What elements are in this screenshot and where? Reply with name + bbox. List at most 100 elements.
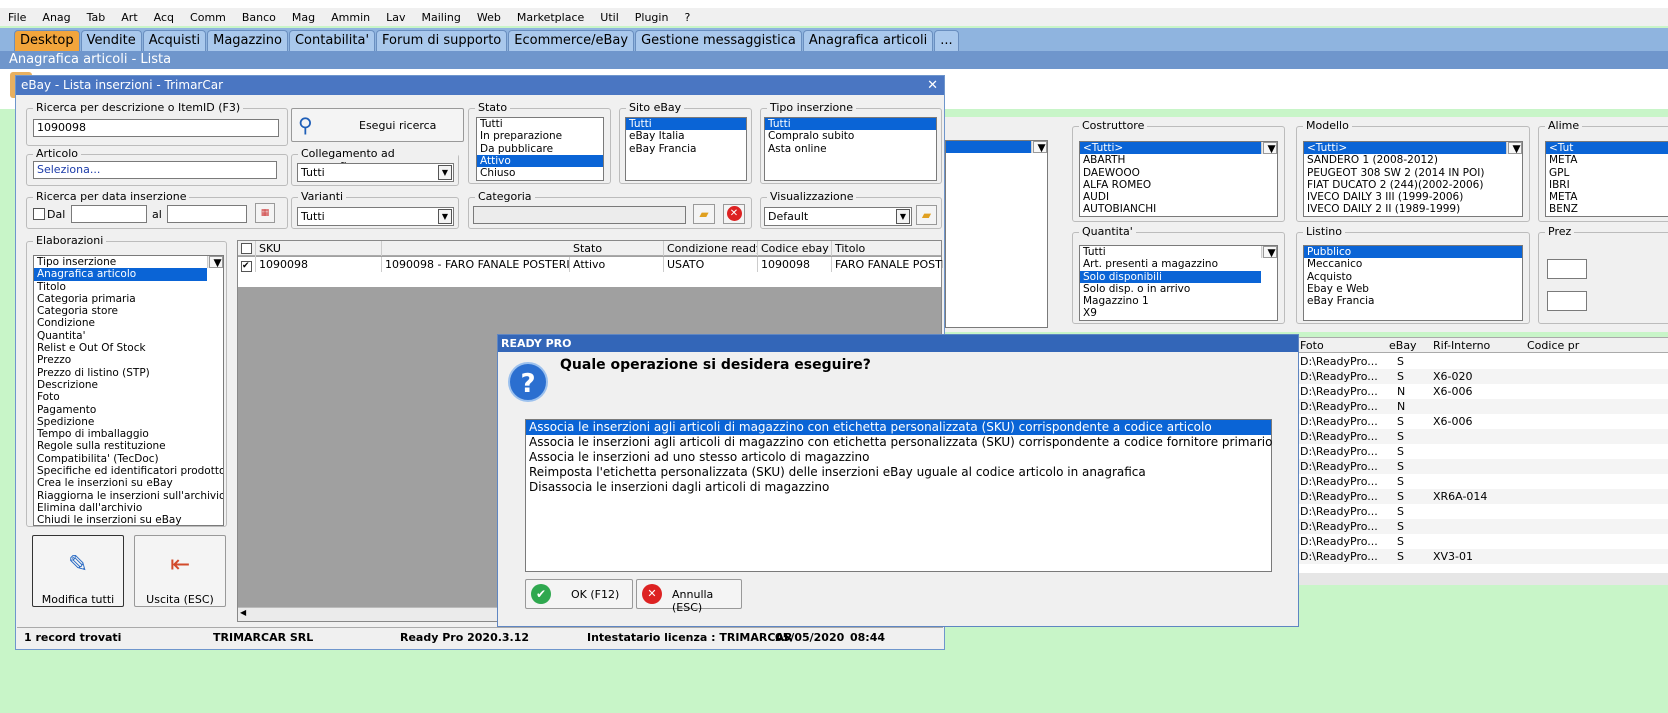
menu-item[interactable]: Util: [592, 11, 626, 24]
table-row[interactable]: D:\ReadyPro... S: [1297, 444, 1668, 459]
tab-9[interactable]: ...: [934, 30, 959, 51]
menu-item[interactable]: Marketplace: [509, 11, 592, 24]
elaborazione-item[interactable]: Chiudi le inserzioni su eBay: [34, 514, 207, 525]
alime-item[interactable]: BENZ: [1546, 203, 1668, 215]
elaborazione-item[interactable]: Categoria store: [34, 305, 207, 317]
chevron-down-icon[interactable]: ▼: [438, 165, 452, 180]
varianti-select[interactable]: Tutti ▼: [297, 207, 454, 226]
menu-item[interactable]: Comm: [182, 11, 234, 24]
modello-item[interactable]: IVECO DAILY 3 III (1999-2006): [1304, 191, 1506, 203]
menu-item[interactable]: Mag: [284, 11, 323, 24]
sito-item[interactable]: Tutti: [626, 118, 746, 131]
listino-item[interactable]: Acquisto: [1304, 271, 1522, 283]
alime-item[interactable]: <Tut: [1546, 142, 1668, 155]
collegamento-select[interactable]: Tutti ▼: [297, 163, 454, 182]
elaborazione-item[interactable]: Pagamento: [34, 404, 207, 416]
elaborazione-item[interactable]: Quantita': [34, 330, 207, 342]
operation-option[interactable]: Associa le inserzioni ad uno stesso arti…: [526, 450, 1271, 465]
table-row[interactable]: D:\ReadyPro... S XV3-01: [1297, 549, 1668, 564]
tab-0[interactable]: Desktop: [14, 30, 80, 51]
menu-item[interactable]: Web: [469, 11, 509, 24]
quantita-item[interactable]: Solo disponibili: [1080, 270, 1261, 283]
costruttore-item[interactable]: AUDI: [1080, 191, 1261, 203]
tab-7[interactable]: Gestione messaggistica: [635, 30, 802, 51]
tab-4[interactable]: Contabilita': [288, 30, 376, 51]
quantita-item[interactable]: X9: [1080, 307, 1261, 319]
dal-input[interactable]: [71, 205, 147, 223]
stato-item[interactable]: Tutti: [477, 118, 603, 130]
filter-list-partial[interactable]: ▲▼: [945, 140, 1048, 328]
elaborazione-item[interactable]: Compatibilita' (TecDoc): [34, 453, 207, 465]
elaborazione-item[interactable]: Elimina dall'archivio: [34, 502, 207, 514]
menu-item[interactable]: Acq: [146, 11, 182, 24]
elaborazione-item[interactable]: Tempo di imballaggio: [34, 428, 207, 440]
elaborazione-item[interactable]: Titolo: [34, 281, 207, 293]
elaborazione-item[interactable]: Prezzo: [34, 354, 207, 366]
table-row[interactable]: D:\ReadyPro... N: [1297, 399, 1668, 414]
sito-item[interactable]: eBay Italia: [626, 130, 746, 142]
quantita-item[interactable]: Tutti: [1080, 246, 1261, 258]
operation-option[interactable]: Disassocia le inserzioni dagli articoli …: [526, 480, 1271, 495]
operation-option[interactable]: Reimposta l'etichetta personalizzata (SK…: [526, 465, 1271, 480]
table-row[interactable]: D:\ReadyPro... S: [1297, 474, 1668, 489]
modello-list[interactable]: <Tutti> SANDERO 1 (2008-2012) PEUGEOT 308 …: [1303, 141, 1523, 217]
table-row[interactable]: D:\ReadyPro... S: [1297, 504, 1668, 519]
col-stato[interactable]: Stato: [570, 241, 664, 256]
modifica-tutti-button[interactable]: ✎ Modifica tutti: [32, 535, 124, 607]
ricerca-input[interactable]: 1090098: [33, 119, 279, 137]
menu-item[interactable]: Mailing: [414, 11, 469, 24]
col-sku[interactable]: SKU: [256, 241, 382, 256]
menu-item[interactable]: Ammin: [323, 11, 378, 24]
table-row[interactable]: D:\ReadyPro... S X6-020: [1297, 369, 1668, 384]
modello-item[interactable]: SANDERO 1 (2008-2012): [1304, 154, 1506, 166]
elaborazione-item[interactable]: Spedizione: [34, 416, 207, 428]
col-codice[interactable]: Codice pr: [1527, 339, 1579, 352]
stato-item[interactable]: Da pubblicare: [477, 143, 603, 155]
folder-icon[interactable]: ▰: [693, 204, 715, 224]
row-checkbox[interactable]: ✔: [238, 257, 256, 272]
menu-item[interactable]: Lav: [378, 11, 413, 24]
table-row[interactable]: ✔ 1090098 1090098 - FARO FANALE POSTERIO…: [238, 257, 943, 272]
modello-item[interactable]: IVECO DAILY 2 II (1989-1999): [1304, 203, 1506, 215]
listino-item[interactable]: Ebay e Web: [1304, 283, 1522, 295]
calendar-icon[interactable]: ▦: [255, 203, 275, 223]
costruttore-item[interactable]: AUTOBIANCHI: [1080, 203, 1261, 215]
categoria-input[interactable]: [473, 206, 686, 224]
al-input[interactable]: [167, 205, 247, 223]
sito-item[interactable]: eBay Francia: [626, 143, 746, 155]
elaborazione-item[interactable]: Regole sulla restituzione: [34, 440, 207, 452]
quantita-item[interactable]: Magazzino 1: [1080, 295, 1261, 307]
elaborazione-item[interactable]: Tipo inserzione: [34, 256, 207, 268]
tab-3[interactable]: Magazzino: [207, 30, 288, 51]
menu-item[interactable]: Art: [113, 11, 145, 24]
menu-item[interactable]: ?: [676, 11, 698, 24]
table-row[interactable]: D:\ReadyPro... S: [1297, 519, 1668, 534]
tab-6[interactable]: Ecommerce/eBay: [508, 30, 635, 51]
close-icon[interactable]: ✕: [927, 76, 938, 95]
stato-item[interactable]: Chiuso: [477, 167, 603, 179]
folder-icon[interactable]: ▰: [916, 205, 937, 225]
costruttore-item[interactable]: ALFA ROMEO: [1080, 179, 1261, 191]
menu-item[interactable]: Banco: [234, 11, 284, 24]
stato-item[interactable]: In preparazione: [477, 130, 603, 142]
tab-8[interactable]: Anagrafica articoli: [802, 30, 934, 51]
elaborazione-item[interactable]: Specifiche ed identificatori prodotto: [34, 465, 223, 477]
table-row[interactable]: D:\ReadyPro... S: [1297, 534, 1668, 549]
alime-item[interactable]: META: [1546, 191, 1668, 203]
elaborazione-item[interactable]: Crea le inserzioni su eBay: [34, 477, 207, 489]
quantita-item[interactable]: Solo disp. o in arrivo: [1080, 283, 1261, 295]
costruttore-item[interactable]: DAEWOOO: [1080, 167, 1261, 179]
elaborazione-item[interactable]: Categoria primaria: [34, 293, 207, 305]
menu-item[interactable]: Anag: [34, 11, 78, 24]
costruttore-list[interactable]: <Tutti> ABARTH DAEWOOO ALFA ROMEO AUDI AUTOBI…: [1079, 141, 1278, 217]
col-ebay[interactable]: eBay: [1389, 339, 1417, 352]
operation-list[interactable]: Associa le inserzioni agli articoli di m…: [525, 419, 1272, 572]
alime-list[interactable]: <Tut META GPL IBRI META BENZ: [1545, 141, 1668, 217]
chevron-down-icon[interactable]: ▼: [438, 209, 452, 224]
clear-icon[interactable]: ✕: [723, 204, 745, 224]
elaborazione-item[interactable]: Riaggiorna le inserzioni sull'archivio: [34, 490, 223, 502]
table-row[interactable]: D:\ReadyPro... S: [1297, 429, 1668, 444]
tab-5[interactable]: Forum di supporto: [376, 30, 508, 51]
table-row[interactable]: D:\ReadyPro... S: [1297, 354, 1668, 369]
tipo-item[interactable]: Asta online: [765, 143, 936, 155]
